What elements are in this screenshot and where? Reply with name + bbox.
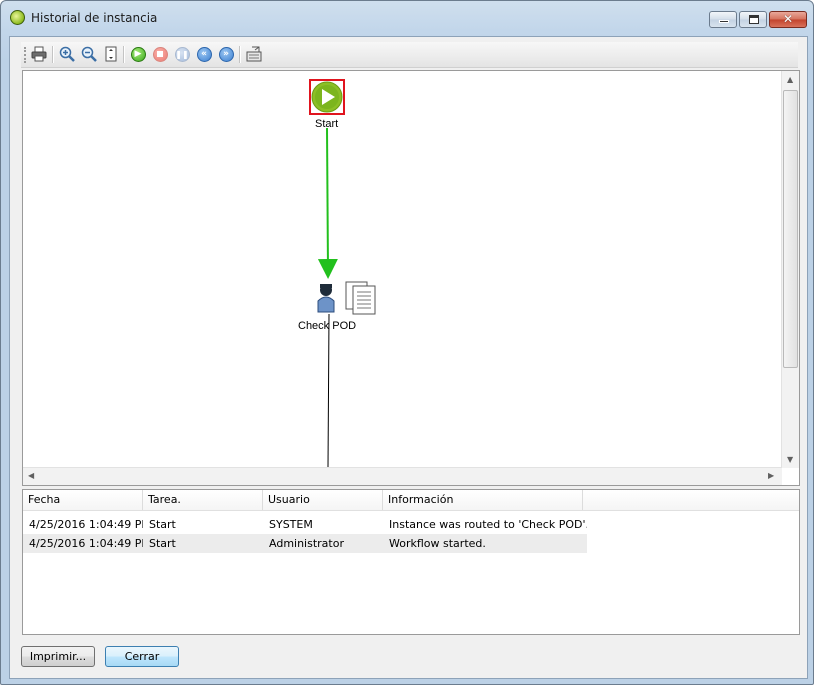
pause-icon: ❚❚ [174, 46, 190, 62]
cell-tarea: Start [149, 537, 176, 550]
toolbar-separator [52, 46, 54, 63]
zoom-in-icon [59, 46, 75, 62]
print-toolbar-button[interactable] [30, 45, 48, 63]
toolbar: ▶ ❚❚ « » [21, 42, 798, 68]
zoom-out-icon [81, 46, 97, 62]
toolbar-separator [239, 46, 241, 63]
completed-flow-connector [317, 127, 338, 279]
fast-forward-toolbar-button[interactable]: » [217, 45, 235, 63]
toolbar-separator [123, 46, 125, 63]
cell-usuario: Administrator [269, 537, 344, 550]
fit-page-toolbar-button[interactable] [102, 45, 120, 63]
column-header-fecha[interactable]: Fecha [23, 490, 143, 510]
print-icon [31, 46, 47, 62]
minimize-button[interactable] [709, 11, 737, 28]
rewind-toolbar-button[interactable]: « [195, 45, 213, 63]
maximize-button[interactable] [739, 11, 767, 28]
task-node-label: Check POD [298, 320, 357, 332]
window-title: Historial de instancia [31, 11, 158, 25]
fast-forward-icon: » [218, 46, 234, 62]
column-header-usuario[interactable]: Usuario [263, 490, 383, 510]
vertical-scroll-thumb[interactable] [783, 90, 798, 368]
toolbar-grip[interactable] [24, 47, 28, 63]
table-row[interactable]: 4/25/2016 1:04:49 PM Start SYSTEM Instan… [23, 515, 587, 534]
scroll-right-icon[interactable]: ▶ [768, 471, 774, 480]
pending-flow-connector [327, 313, 330, 468]
maximize-icon [749, 15, 759, 24]
play-icon: ▶ [130, 46, 146, 62]
cell-informacion: Workflow started. [389, 537, 486, 550]
scroll-left-icon[interactable]: ◀ [28, 471, 34, 480]
cell-fecha: 4/25/2016 1:04:49 PM [29, 537, 143, 550]
workflow-diagram [309, 79, 376, 468]
instance-history-window: Historial de instancia ✕ ▶ ❚❚ « » Start … [0, 0, 814, 685]
document-icon [345, 281, 376, 315]
cell-usuario: SYSTEM [269, 518, 313, 531]
window-client-area: ▶ ❚❚ « » Start Check POD ▲ ▼ ◀ ▶ Fecha T… [9, 36, 808, 679]
play-toolbar-button[interactable]: ▶ [129, 45, 147, 63]
workflow-diagram-canvas[interactable]: Start Check POD ▲ ▼ ◀ ▶ [22, 70, 800, 486]
scroll-up-icon[interactable]: ▲ [787, 75, 793, 84]
close-icon: ✕ [783, 12, 794, 26]
stop-icon [152, 46, 168, 62]
vertical-scrollbar[interactable]: ▲ ▼ [781, 71, 799, 468]
pause-toolbar-button[interactable]: ❚❚ [173, 45, 191, 63]
cell-fecha: 4/25/2016 1:04:49 PM [29, 518, 143, 531]
scroll-down-icon[interactable]: ▼ [787, 455, 793, 464]
horizontal-scrollbar[interactable]: ◀ ▶ [23, 467, 782, 485]
app-icon [10, 10, 25, 25]
table-row[interactable]: 4/25/2016 1:04:49 PM Start Administrator… [23, 534, 587, 553]
print-button[interactable]: Imprimir... [21, 646, 95, 667]
title-bar[interactable]: Historial de instancia ✕ [1, 1, 813, 35]
table-header: Fecha Tarea. Usuario Información [23, 490, 799, 511]
cell-tarea: Start [149, 518, 176, 531]
export-icon [246, 46, 262, 62]
start-node-label: Start [315, 118, 339, 130]
close-window-button[interactable]: ✕ [769, 11, 807, 28]
export-toolbar-button[interactable] [245, 45, 263, 63]
close-button[interactable]: Cerrar [105, 646, 179, 667]
zoom-out-toolbar-button[interactable] [80, 45, 98, 63]
zoom-in-toolbar-button[interactable] [58, 45, 76, 63]
column-header-tarea[interactable]: Tarea. [143, 490, 263, 510]
user-task-icon [317, 284, 335, 313]
fit-page-icon [105, 46, 117, 62]
rewind-icon: « [196, 46, 212, 62]
cell-informacion: Instance was routed to 'Check POD'. [389, 518, 587, 531]
column-header-informacion[interactable]: Información [383, 490, 583, 510]
minimize-icon [719, 20, 729, 23]
history-table: Fecha Tarea. Usuario Información 4/25/20… [22, 489, 800, 635]
stop-toolbar-button[interactable] [151, 45, 169, 63]
